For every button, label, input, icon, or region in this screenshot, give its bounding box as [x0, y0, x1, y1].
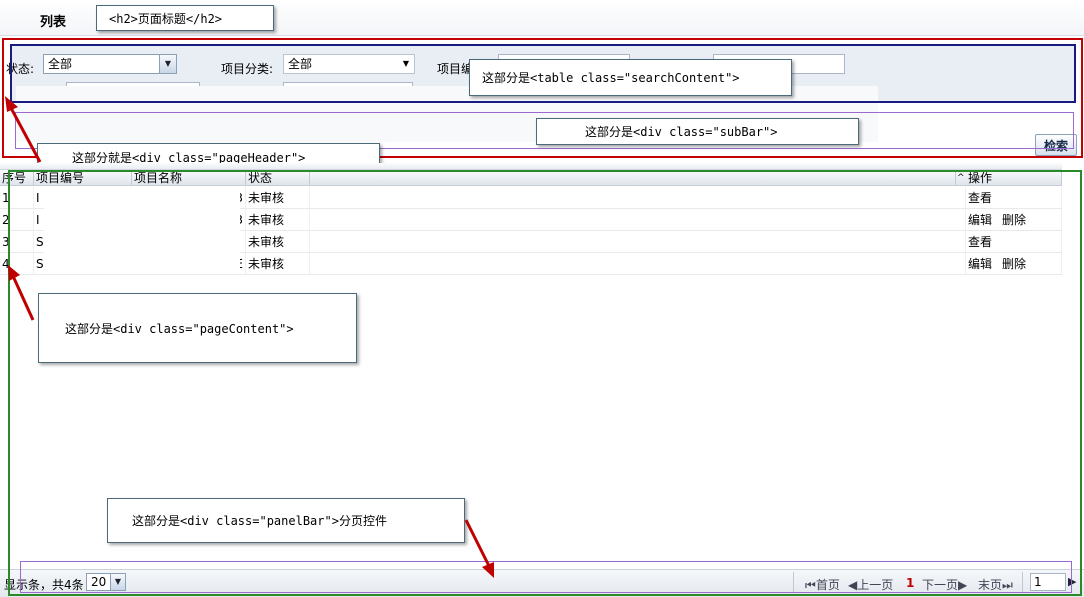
grid-header-top-strip — [0, 163, 1062, 170]
callout-sub-bar: 这部分是<div class="subBar"> — [536, 118, 859, 145]
callout-h2: <h2>页面标题</h2> — [96, 5, 274, 31]
callout-panel-bar: 这部分是<div class="panelBar">分页控件 — [107, 498, 465, 543]
callout-search-content: 这部分是<table class="searchContent"> — [469, 59, 792, 96]
panel-bar-frame — [20, 561, 1072, 593]
page-title: 列表 — [40, 15, 67, 30]
callout-page-content: 这部分是<div class="pageContent"> — [38, 293, 357, 363]
